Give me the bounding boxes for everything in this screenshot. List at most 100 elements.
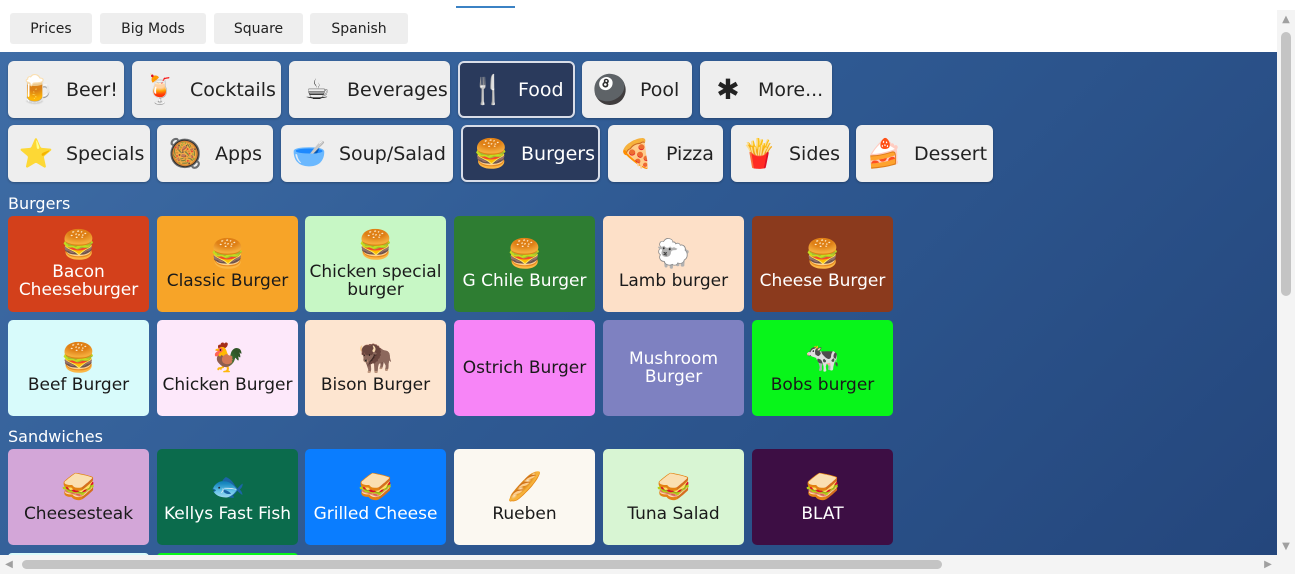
category-beer-button[interactable]: 🍺 Beer! (8, 61, 124, 118)
category-label: Food (518, 78, 564, 101)
menu-item-blat[interactable]: 🥪 BLAT (752, 449, 893, 545)
sandwich-icon: 🥪 (805, 470, 840, 503)
category-label: Apps (215, 142, 263, 165)
menu-item-ostrich-burger[interactable]: Ostrich Burger (454, 320, 595, 416)
cow-icon: 🐄 (805, 341, 840, 374)
category-label: Soup/Salad (339, 142, 446, 165)
menu-item-mushroom-burger[interactable]: Mushroom Burger (603, 320, 744, 416)
fries-icon: 🍟 (741, 137, 777, 170)
menu-item-label: Tuna Salad (627, 504, 720, 524)
category-label: Cocktails (190, 78, 276, 101)
scroll-down-icon[interactable]: ▼ (1277, 537, 1295, 555)
category-apps-button[interactable]: 🥘 Apps (157, 125, 273, 182)
menu-item-tuna-salad[interactable]: 🥪 Tuna Salad (603, 449, 744, 545)
chicken-icon: 🐓 (210, 341, 245, 374)
burger-icon: 🍔 (358, 228, 393, 261)
menu-item-label: Bacon Cheeseburger (18, 262, 139, 300)
category-label: More... (758, 78, 824, 101)
burger-icon: 🍔 (61, 228, 96, 261)
sandwich-icon: 🥪 (656, 470, 691, 503)
sub-sandwich-icon: 🥖 (507, 470, 542, 503)
menu-item-label: Beef Burger (27, 375, 130, 395)
burger-icon: 🍔 (61, 341, 96, 374)
category-food-button[interactable]: 🍴 Food (458, 61, 575, 118)
menu-item-bacon-cheeseburger[interactable]: 🍔 Bacon Cheeseburger (8, 216, 149, 312)
tab-prices[interactable]: Prices (10, 13, 92, 44)
tab-square[interactable]: Square (214, 13, 303, 44)
menu-item-label: BLAT (801, 504, 844, 524)
category-beverages-button[interactable]: ☕ Beverages (289, 61, 450, 118)
category-label: Sides (789, 142, 840, 165)
category-label: Beer! (66, 78, 118, 101)
menu-item-label: Rueben (492, 504, 557, 524)
sheep-icon: 🐑 (656, 237, 691, 270)
menu-icon: 🍴 (470, 73, 506, 106)
category-sides-button[interactable]: 🍟 Sides (731, 125, 849, 182)
menu-item-label: Ostrich Burger (462, 358, 587, 378)
appetizer-icon: 🥘 (167, 137, 203, 170)
vertical-scroll-thumb[interactable] (1281, 32, 1291, 296)
burger-icon: 🍔 (805, 237, 840, 270)
tab-spanish[interactable]: Spanish (310, 13, 408, 44)
star-icon: ⭐ (18, 137, 54, 170)
menu-item-chicken-burger[interactable]: 🐓 Chicken Burger (157, 320, 298, 416)
menu-item-label: Lamb burger (618, 271, 729, 291)
menu-item-cheesesteak[interactable]: 🥪 Cheesesteak (8, 449, 149, 545)
category-label: Specials (66, 142, 145, 165)
menu-item-label: Cheesesteak (23, 504, 134, 524)
category-label: Pool (640, 78, 680, 101)
category-more-button[interactable]: ✱ More... (700, 61, 832, 118)
pizza-icon: 🍕 (618, 137, 654, 170)
category-burgers-button[interactable]: 🍔 Burgers (461, 125, 600, 182)
horizontal-scrollbar[interactable]: ◀ ▶ (0, 555, 1295, 574)
horizontal-scroll-thumb[interactable] (22, 560, 942, 569)
menu-item-label: Kellys Fast Fish (164, 504, 291, 524)
category-soup-salad-button[interactable]: 🥣 Soup/Salad (281, 125, 453, 182)
vertical-scrollbar[interactable]: ▲ ▼ (1277, 10, 1295, 555)
menu-item-label: Classic Burger (166, 271, 289, 291)
menu-item-bobs-burger[interactable]: 🐄 Bobs burger (752, 320, 893, 416)
tab-big-mods[interactable]: Big Mods (100, 13, 206, 44)
beer-mug-icon: 🍺 (18, 73, 54, 106)
category-pizza-button[interactable]: 🍕 Pizza (608, 125, 723, 182)
menu-item-label: Chicken special burger (309, 262, 442, 300)
burger-icon: 🍔 (507, 237, 542, 270)
menu-item-grilled-cheese[interactable]: 🥪 Grilled Cheese (305, 449, 446, 545)
menu-item-classic-burger[interactable]: 🍔 Classic Burger (157, 216, 298, 312)
bison-icon: 🦬 (358, 341, 393, 374)
scroll-right-icon[interactable]: ▶ (1259, 555, 1277, 574)
menu-item-chicken-special-burger[interactable]: 🍔 Chicken special burger (305, 216, 446, 312)
menu-item-bison-burger[interactable]: 🦬 Bison Burger (305, 320, 446, 416)
category-label: Dessert (914, 142, 988, 165)
menu-item-lamb-burger[interactable]: 🐑 Lamb burger (603, 216, 744, 312)
pos-main-panel: 🍺 Beer! 🍹 Cocktails ☕ Beverages 🍴 Food 🎱 Pool ✱ Mor… (0, 52, 1277, 555)
category-dessert-button[interactable]: 🍰 Dessert (856, 125, 993, 182)
mug-icon: ☕ (304, 73, 330, 106)
menu-item-label: Bison Burger (320, 375, 431, 395)
menu-item-label: Cheese Burger (759, 271, 886, 291)
menu-item-label: Mushroom Burger (628, 349, 719, 387)
cocktail-icon: 🍹 (142, 73, 178, 106)
scroll-up-icon[interactable]: ▲ (1277, 10, 1295, 28)
active-tab-indicator (456, 6, 515, 8)
cake-icon: 🍰 (866, 137, 902, 170)
category-specials-button[interactable]: ⭐ Specials (8, 125, 150, 182)
scroll-left-icon[interactable]: ◀ (0, 555, 18, 574)
menu-item-rueben[interactable]: 🥖 Rueben (454, 449, 595, 545)
category-label: Pizza (666, 142, 714, 165)
category-cocktails-button[interactable]: 🍹 Cocktails (132, 61, 281, 118)
category-pool-button[interactable]: 🎱 Pool (582, 61, 692, 118)
menu-item-label: Bobs burger (770, 375, 875, 395)
menu-item-kellys-fast-fish[interactable]: 🐟 Kellys Fast Fish (157, 449, 298, 545)
eight-ball-icon: 🎱 (592, 73, 628, 106)
menu-item-cheese-burger[interactable]: 🍔 Cheese Burger (752, 216, 893, 312)
menu-item-label: Chicken Burger (162, 375, 293, 395)
menu-item-g-chile-burger[interactable]: 🍔 G Chile Burger (454, 216, 595, 312)
burger-icon: 🍔 (210, 237, 245, 270)
asterisk-icon: ✱ (716, 73, 740, 106)
sandwich-icon: 🥪 (61, 470, 96, 503)
top-toolbar: Prices Big Mods Square Spanish (0, 0, 1277, 52)
fish-icon: 🐟 (210, 470, 245, 503)
category-label: Burgers (521, 142, 596, 165)
menu-item-beef-burger[interactable]: 🍔 Beef Burger (8, 320, 149, 416)
